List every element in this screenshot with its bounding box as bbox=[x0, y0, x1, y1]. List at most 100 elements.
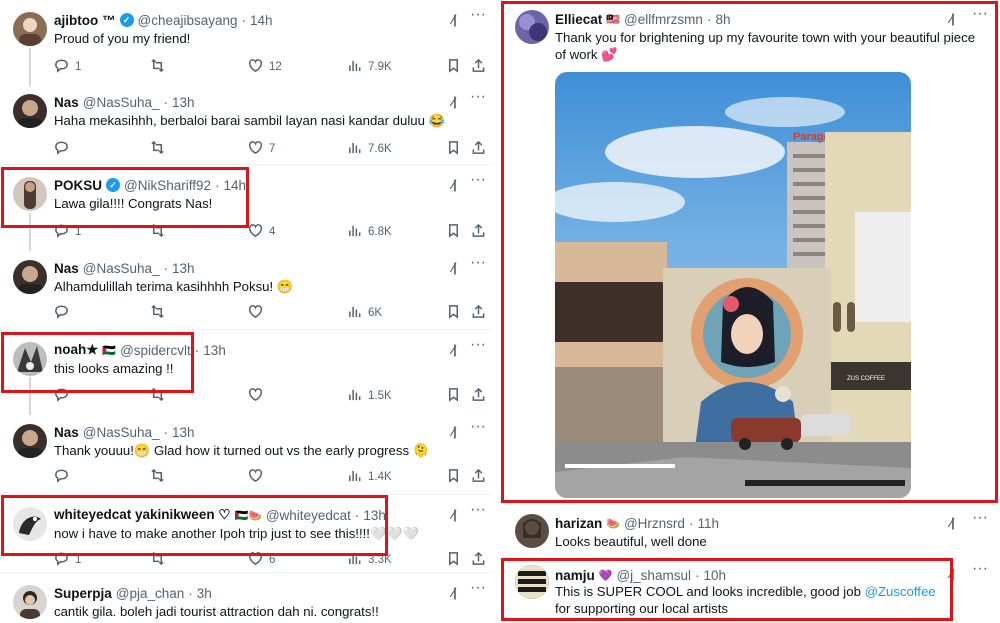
views-button[interactable]: 7.9K bbox=[347, 58, 392, 76]
share-button[interactable] bbox=[471, 304, 486, 322]
avatar[interactable] bbox=[13, 342, 47, 376]
more-icon[interactable]: ··· bbox=[470, 419, 488, 437]
like-button[interactable]: 4 bbox=[248, 223, 275, 241]
display-name[interactable]: Nas bbox=[54, 261, 79, 276]
display-name[interactable]: harizan bbox=[555, 516, 602, 531]
share-button[interactable] bbox=[471, 223, 486, 241]
username[interactable]: @Hrznsrd bbox=[624, 516, 685, 531]
username[interactable]: @NasSuha_ bbox=[83, 425, 160, 440]
more-icon[interactable]: ··· bbox=[972, 510, 990, 528]
grok-icon[interactable]: ⁄| bbox=[452, 94, 468, 110]
mention-link[interactable]: @Zuscoffee bbox=[865, 584, 936, 599]
more-icon[interactable]: ··· bbox=[470, 255, 488, 273]
username[interactable]: @NasSuha_ bbox=[83, 95, 160, 110]
retweet-button[interactable] bbox=[150, 387, 165, 405]
share-button[interactable] bbox=[471, 140, 486, 158]
more-icon[interactable]: ··· bbox=[470, 337, 488, 355]
grok-icon[interactable]: ⁄| bbox=[452, 12, 468, 28]
display-name[interactable]: namju bbox=[555, 568, 595, 583]
grok-icon[interactable]: ⁄| bbox=[452, 424, 468, 440]
share-button[interactable] bbox=[471, 551, 486, 569]
display-name[interactable]: Superpja bbox=[54, 586, 112, 601]
timestamp[interactable]: 13h bbox=[172, 95, 195, 110]
reply-tweet[interactable]: whiteyedcat yakinikween ♡ 🇵🇸🍉 @whiteyedc… bbox=[0, 495, 493, 573]
username[interactable]: @spidercvlt bbox=[120, 343, 191, 358]
views-button[interactable]: 6K bbox=[347, 304, 382, 322]
views-button[interactable]: 1.5K bbox=[347, 387, 392, 405]
views-button[interactable]: 7.6K bbox=[347, 140, 392, 158]
username[interactable]: @NasSuha_ bbox=[83, 261, 160, 276]
reply-button[interactable] bbox=[54, 387, 69, 405]
reply-tweet[interactable]: Nas @NasSuha_ · 13h Thank youuu!😁 Glad h… bbox=[0, 412, 493, 494]
username[interactable]: @pja_chan bbox=[116, 586, 185, 601]
display-name[interactable]: noah★ bbox=[54, 342, 98, 358]
retweet-button[interactable] bbox=[150, 551, 165, 569]
display-name[interactable]: POKSU bbox=[54, 178, 102, 193]
reply-tweet[interactable]: ajibtoo ™ ✓ @cheajibsayang · 14h Proud o… bbox=[0, 0, 493, 82]
username[interactable]: @ellfmrzsmn bbox=[624, 12, 703, 27]
grok-icon[interactable]: ⁄| bbox=[452, 507, 468, 523]
reply-button[interactable] bbox=[54, 468, 69, 486]
like-button[interactable] bbox=[248, 468, 263, 486]
grok-icon[interactable]: ⁄| bbox=[950, 515, 966, 531]
reply-tweet[interactable]: POKSU ✓ @NikShariff92 · 14h Lawa gila!!!… bbox=[0, 165, 493, 248]
original-tweet[interactable]: Elliecat 🇲🇾 @ellfmrzsmn · 8h Thank you f… bbox=[500, 0, 1000, 505]
reply-button[interactable]: 1 bbox=[54, 58, 81, 76]
reply-tweet[interactable]: Nas @NasSuha_ · 13h Alhamdulillah terima… bbox=[0, 248, 493, 330]
retweet-button[interactable] bbox=[150, 140, 165, 158]
views-button[interactable]: 6.8K bbox=[347, 223, 392, 241]
views-button[interactable]: 3.3K bbox=[347, 551, 392, 569]
display-name[interactable]: Nas bbox=[54, 95, 79, 110]
avatar[interactable] bbox=[13, 260, 47, 294]
avatar[interactable] bbox=[515, 565, 549, 599]
bookmark-button[interactable] bbox=[446, 387, 461, 405]
reply-button[interactable] bbox=[54, 140, 69, 158]
display-name[interactable]: ajibtoo ™ bbox=[54, 13, 116, 28]
bookmark-button[interactable] bbox=[446, 58, 461, 76]
timestamp[interactable]: 3h bbox=[197, 586, 212, 601]
bookmark-button[interactable] bbox=[446, 551, 461, 569]
avatar[interactable] bbox=[13, 94, 47, 128]
grok-icon[interactable]: ⁄| bbox=[950, 566, 966, 582]
retweet-button[interactable] bbox=[150, 58, 165, 76]
reply-button[interactable]: 1 bbox=[54, 551, 81, 569]
grok-icon[interactable]: ⁄| bbox=[452, 585, 468, 601]
reply-tweet[interactable]: harizan 🍉 @Hrznsrd · 11h Looks beautiful… bbox=[500, 505, 1000, 557]
username[interactable]: @j_shamsul bbox=[616, 568, 690, 583]
timestamp[interactable]: 13h bbox=[363, 508, 386, 523]
views-button[interactable]: 1.4K bbox=[347, 468, 392, 486]
timestamp[interactable]: 14h bbox=[250, 13, 273, 28]
username[interactable]: @cheajibsayang bbox=[138, 13, 238, 28]
avatar[interactable] bbox=[13, 585, 47, 619]
avatar[interactable] bbox=[13, 424, 47, 458]
timestamp[interactable]: 8h bbox=[715, 12, 730, 27]
reply-button[interactable]: 1 bbox=[54, 223, 81, 241]
username[interactable]: @NikShariff92 bbox=[124, 178, 211, 193]
grok-icon[interactable]: ⁄| bbox=[452, 260, 468, 276]
grok-icon[interactable]: ⁄| bbox=[452, 342, 468, 358]
avatar[interactable] bbox=[515, 10, 549, 44]
avatar[interactable] bbox=[13, 177, 47, 211]
more-icon[interactable]: ··· bbox=[972, 561, 990, 579]
bookmark-button[interactable] bbox=[446, 468, 461, 486]
timestamp[interactable]: 10h bbox=[703, 568, 726, 583]
avatar[interactable] bbox=[515, 514, 549, 548]
reply-button[interactable] bbox=[54, 304, 69, 322]
timestamp[interactable]: 13h bbox=[172, 425, 195, 440]
timestamp[interactable]: 13h bbox=[203, 343, 226, 358]
timestamp[interactable]: 13h bbox=[172, 261, 195, 276]
retweet-button[interactable] bbox=[150, 223, 165, 241]
like-button[interactable] bbox=[248, 304, 263, 322]
grok-icon[interactable]: ⁄| bbox=[452, 177, 468, 193]
retweet-button[interactable] bbox=[150, 468, 165, 486]
share-button[interactable] bbox=[471, 468, 486, 486]
bookmark-button[interactable] bbox=[446, 223, 461, 241]
like-button[interactable]: 12 bbox=[248, 58, 282, 76]
reply-tweet[interactable]: Superpja @pja_chan · 3h cantik gila. bol… bbox=[0, 573, 493, 623]
display-name[interactable]: Elliecat bbox=[555, 12, 602, 27]
reply-tweet[interactable]: Nas @NasSuha_ · 13h Haha mekasihhh, berb… bbox=[0, 82, 493, 164]
retweet-button[interactable] bbox=[150, 304, 165, 322]
share-button[interactable] bbox=[471, 58, 486, 76]
reply-tweet[interactable]: namju 💜 @j_shamsul · 10h This is SUPER C… bbox=[500, 558, 1000, 623]
grok-icon[interactable]: ⁄| bbox=[950, 11, 966, 27]
